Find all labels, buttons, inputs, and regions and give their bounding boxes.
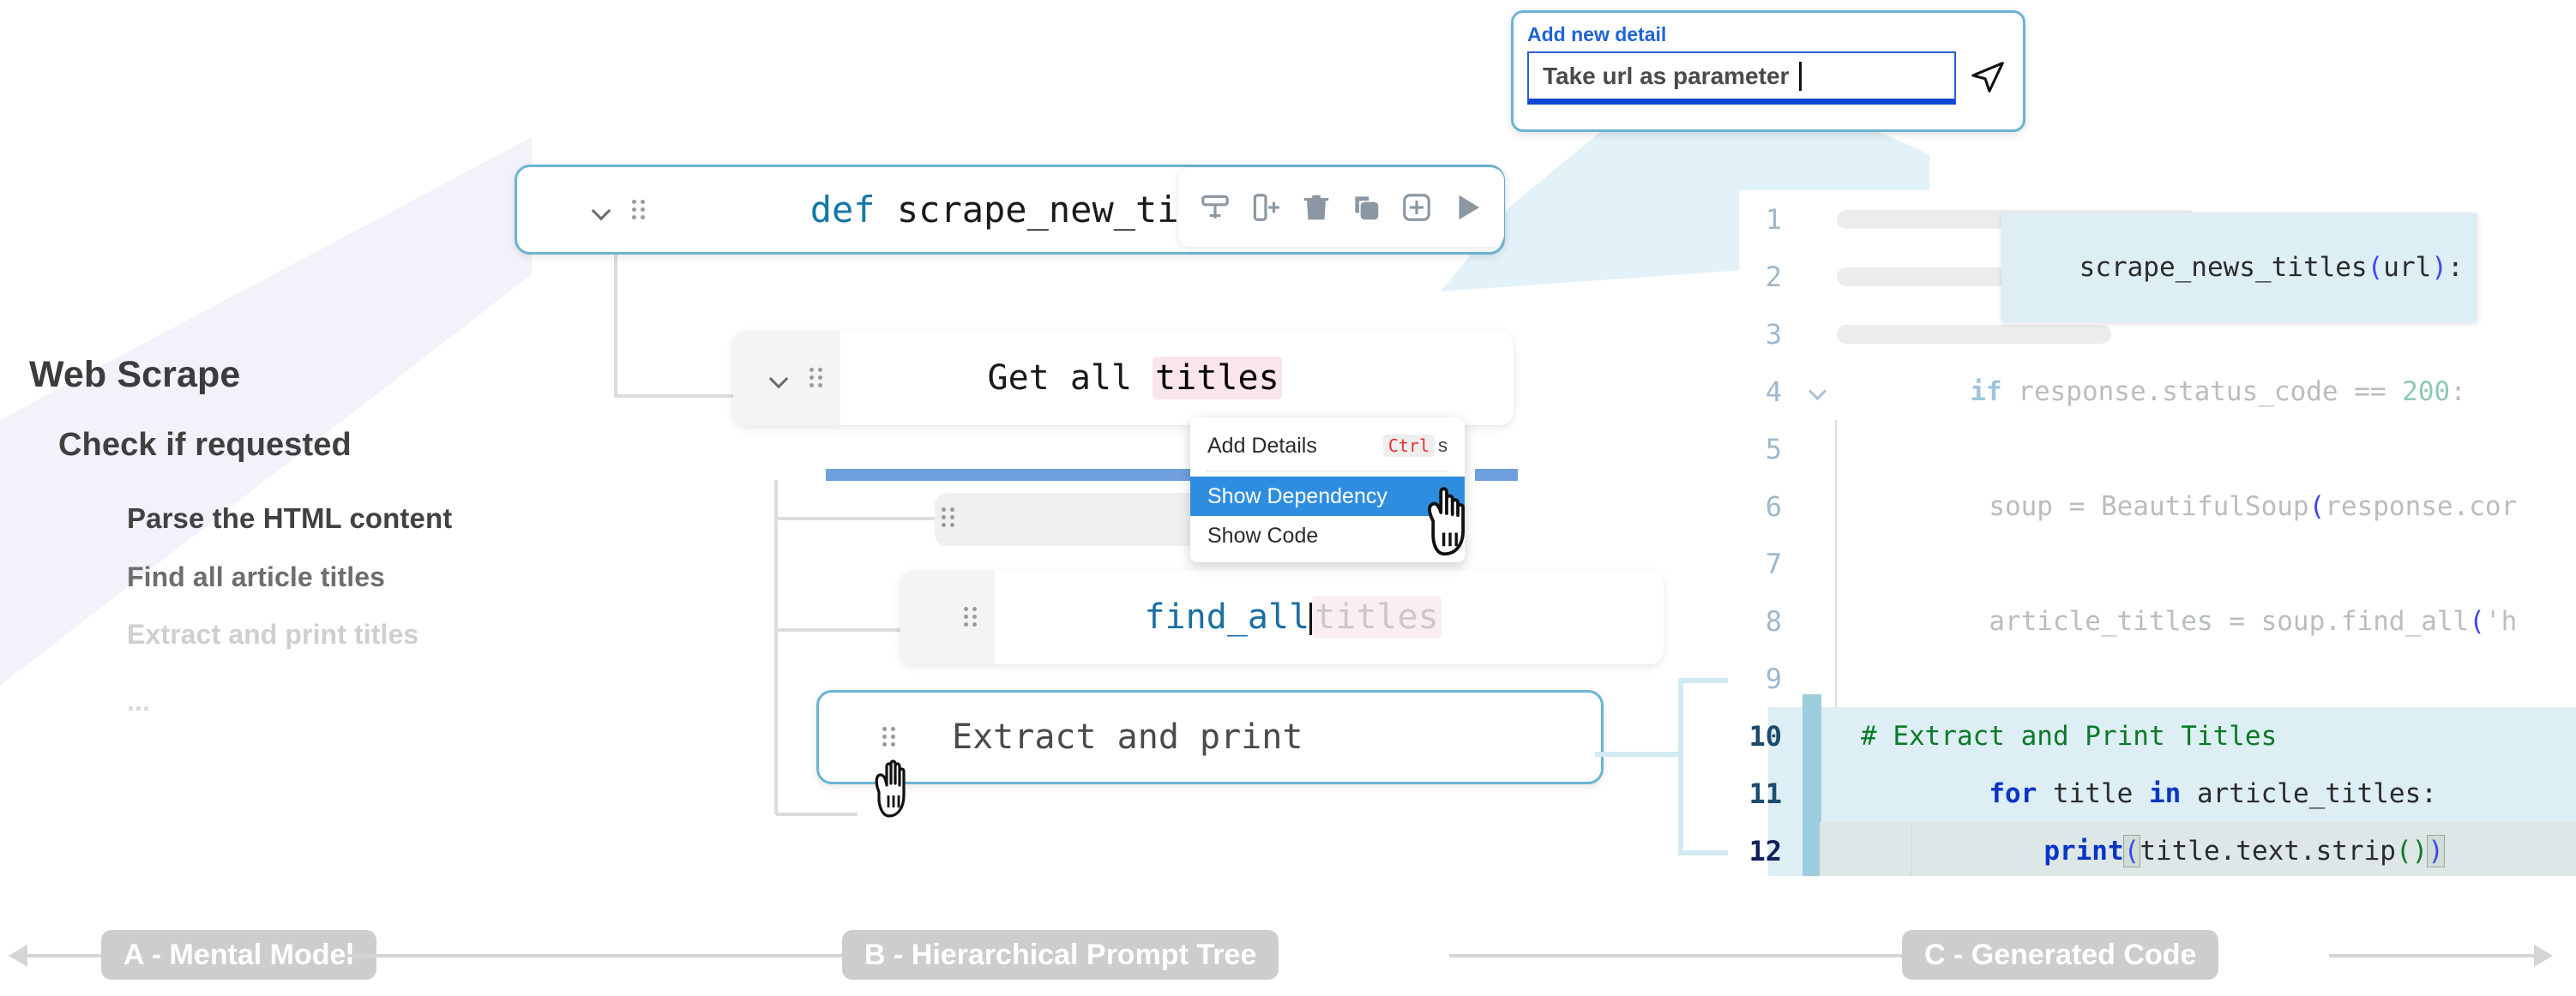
axis-label-a: A - Mental Model (101, 930, 376, 980)
node-text-highlight: titles (1153, 357, 1282, 399)
duplicate-node-icon[interactable] (1347, 189, 1385, 226)
tooltip-paren-open: ( (2367, 252, 2384, 283)
indent-guide (1835, 477, 1837, 535)
indent-guide (1835, 650, 1837, 707)
axis-arrow-left-icon (9, 945, 27, 967)
context-menu-item-show-dependency[interactable]: Show Dependency (1190, 477, 1465, 516)
context-menu[interactable]: Add Details Ctrl s Show Dependency Show C… (1190, 417, 1465, 562)
mental-model-item-1: Check if requested (58, 427, 352, 463)
indent-guide (1911, 822, 1912, 876)
tooltip-paren-close: ) (2431, 252, 2447, 283)
context-menu-shortcut: Ctrl s (1382, 435, 1447, 457)
line-number: 8 (1765, 604, 1782, 638)
node-extract-print-text: Extract and print (952, 717, 1303, 757)
line-number: 11 (1748, 777, 1782, 810)
axis-line (2329, 954, 2535, 957)
delete-node-icon[interactable] (1297, 189, 1335, 226)
axis-line (1449, 954, 1904, 957)
indent-guide (1835, 535, 1837, 592)
context-menu-item-show-code[interactable]: Show Code (1190, 516, 1465, 555)
context-menu-label: Show Dependency (1207, 483, 1387, 508)
line-number: 1 (1765, 202, 1782, 236)
line-number: 9 (1765, 662, 1782, 695)
add-node-below-icon[interactable] (1196, 189, 1234, 226)
add-detail-popup[interactable]: Add new detail Take url as parameter (1511, 10, 2025, 132)
mental-model-item-3: Find all article titles (127, 561, 386, 592)
axis-line (26, 954, 105, 957)
context-menu-label: Add Details (1207, 433, 1317, 458)
axis-label-b-text: B - Hierarchical Prompt Tree (864, 938, 1257, 971)
mental-model-item-2: Parse the HTML content (127, 502, 453, 534)
run-icon[interactable] (1448, 189, 1486, 226)
node-def-keyword: def (810, 189, 897, 231)
line-number: 10 (1748, 719, 1782, 753)
add-detail-value: Take url as parameter (1543, 62, 1790, 89)
indent-guide (1835, 592, 1837, 650)
code-skeleton-bar (1837, 324, 2111, 344)
kbd-rest: s (1438, 435, 1447, 456)
line-number: 5 (1765, 432, 1782, 465)
mental-model-item-0: Web Scrape (29, 354, 241, 395)
code-line-text: print(title.text.strip()) (2043, 834, 2445, 867)
line-number: 4 (1765, 375, 1782, 408)
code-line: 8 article_titles = soup.find_all('h (1739, 592, 2576, 650)
axis-label-b: B - Hierarchical Prompt Tree (842, 930, 1279, 980)
node-find-all-suggestion: titles (1312, 596, 1441, 639)
line-number: 2 (1765, 260, 1782, 293)
screenshot-root: Web Scrape Check if requested Parse the … (0, 0, 2576, 996)
drag-handle-icon[interactable] (942, 507, 955, 528)
line-number: 12 (1748, 834, 1782, 867)
context-menu-item-add-details[interactable]: Add Details Ctrl s (1190, 426, 1465, 465)
axis-label-a-text: A - Mental Model (123, 938, 354, 971)
tree-node-extract-print[interactable]: Extract and print (816, 690, 1604, 784)
tooltip-arg: url (2383, 252, 2432, 283)
indent-guide (1835, 420, 1837, 477)
node-toolbar[interactable] (1178, 168, 1504, 247)
line-number: 6 (1765, 489, 1782, 523)
axis-line (347, 954, 843, 957)
mental-model-item-5: ... (127, 686, 150, 717)
text-caret (1799, 61, 1803, 91)
bottom-axis: A - Mental Model B - Hierarchical Prompt… (0, 930, 2576, 981)
tree-node-get-all-titles[interactable]: Get all titles (733, 331, 1514, 425)
code-line: 9 (1739, 650, 2576, 707)
tooltip-colon: : (2447, 252, 2464, 283)
drag-handle-icon[interactable] (882, 727, 896, 747)
node-find-all-code: find_all (1144, 597, 1310, 637)
line-number: 7 (1765, 547, 1782, 580)
add-detail-label: Add new detail (1527, 23, 1667, 45)
line-number: 3 (1765, 317, 1782, 351)
fold-chevron-icon[interactable] (1808, 381, 1830, 403)
dependency-bar-right (1475, 469, 1518, 481)
drag-handle-icon[interactable] (964, 607, 978, 627)
drag-handle-icon[interactable] (632, 199, 646, 220)
node-text-plain: Get all (987, 358, 1153, 398)
chevron-down-icon[interactable] (591, 199, 613, 221)
axis-arrow-right-icon (2534, 945, 2553, 967)
chevron-down-icon[interactable] (768, 367, 791, 389)
code-line: 4 if response.status_code == 200: (1739, 363, 2576, 420)
add-detail-input[interactable]: Take url as parameter (1527, 51, 1956, 105)
send-icon[interactable] (1968, 57, 2009, 100)
axis-label-c: C - Generated Code (1902, 930, 2219, 980)
code-tooltip: scrape_news_titles(url): (2001, 213, 2477, 322)
code-line: 6 soup = BeautifulSoup(response.cor (1739, 477, 2576, 535)
mental-model-item-4: Extract and print titles (127, 619, 419, 650)
tree-node-find-all[interactable]: find_all titles (900, 570, 1664, 664)
tooltip-fn-name: scrape_news_titles (2079, 252, 2368, 283)
drag-handle-icon[interactable] (810, 368, 823, 388)
add-node-right-icon[interactable] (1247, 189, 1285, 226)
code-line-active: 12 print(title.text.strip()) (1739, 822, 2576, 876)
context-menu-label: Show Code (1207, 523, 1319, 548)
axis-label-c-text: C - Generated Code (1924, 938, 2197, 971)
add-detail-icon[interactable] (1398, 189, 1435, 226)
kbd-ctrl: Ctrl (1382, 435, 1435, 457)
